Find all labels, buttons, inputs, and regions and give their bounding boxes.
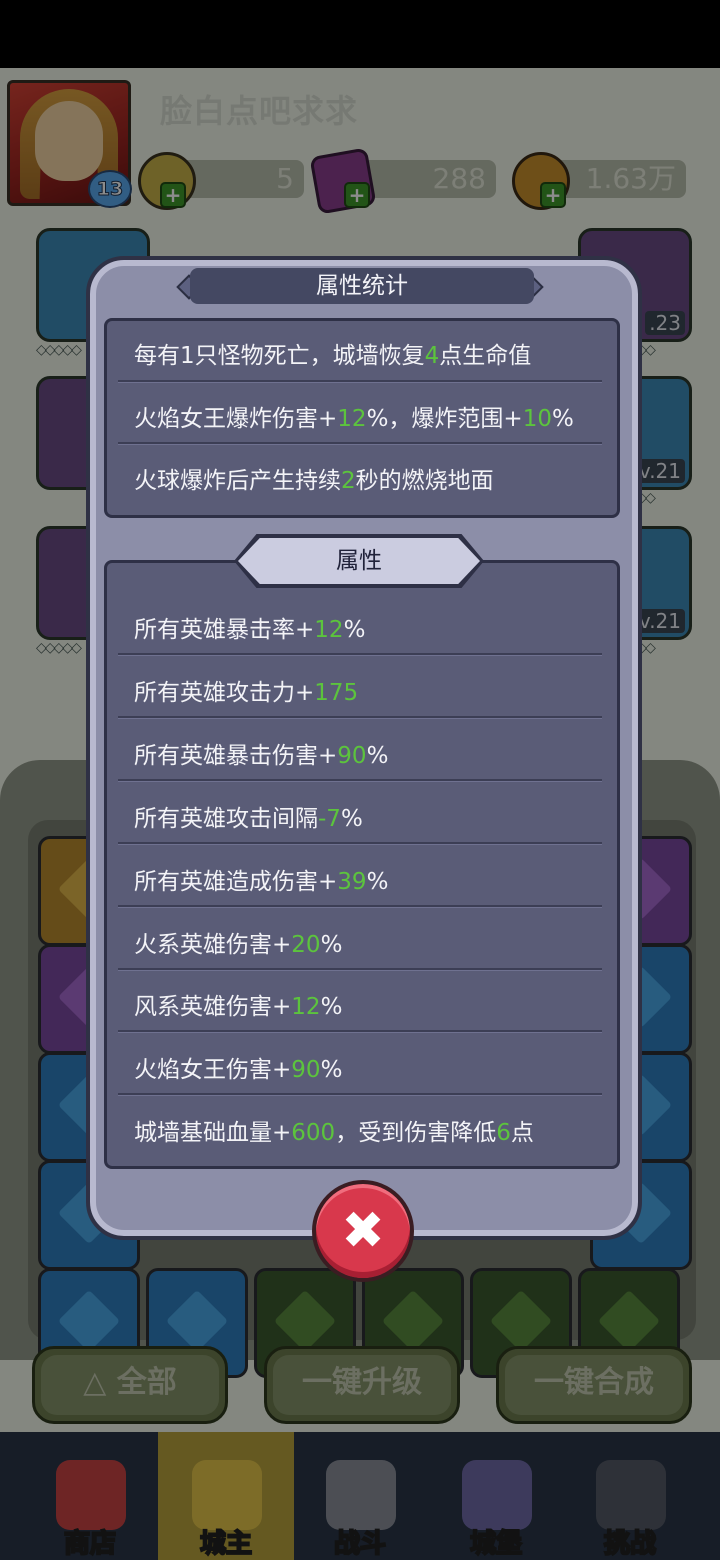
divider (118, 653, 602, 655)
row-text: 火焰女王爆炸伤害+ (134, 406, 338, 432)
close-button[interactable]: ✖ (312, 1180, 414, 1282)
divider (118, 1030, 602, 1032)
row-text: % (551, 406, 574, 432)
row-value: 12 (291, 994, 321, 1020)
row-value: 4 (424, 343, 440, 369)
attribute-row: 火系英雄伤害+20% (134, 925, 342, 959)
attribute-row: 城墙基础血量+600，受到伤害降低6点 (134, 1113, 534, 1147)
attribute-row: 火焰女王伤害+90% (134, 1050, 342, 1084)
divider (118, 968, 602, 970)
attribute-row: 所有英雄暴击率+12% (134, 610, 365, 644)
row-text: 所有英雄暴击率+ (134, 617, 315, 643)
row-text: % (320, 1057, 343, 1083)
row-text: % (366, 869, 389, 895)
row-text: 秒的燃烧地面 (355, 468, 494, 494)
row-text: 火球爆炸后产生持续 (134, 468, 341, 494)
row-text: 所有英雄造成伤害+ (134, 869, 338, 895)
row-value: 12 (314, 617, 344, 643)
row-value: 600 (291, 1120, 336, 1146)
row-text: 城墙基础血量+ (134, 1120, 292, 1146)
row-text: 火焰女王伤害+ (134, 1057, 292, 1083)
attribute-row: 所有英雄暴击伤害+90% (134, 736, 388, 770)
skill-effect-row: 火焰女王爆炸伤害+12%，爆炸范围+10% (134, 399, 574, 433)
attribute-row: 风系英雄伤害+12% (134, 987, 342, 1021)
row-text: % (340, 806, 363, 832)
attributes-heading: 属性 (238, 538, 480, 584)
row-text: 点 (510, 1120, 534, 1146)
row-text: ，受到伤害降低 (335, 1120, 497, 1146)
row-value: 39 (337, 869, 367, 895)
row-text: %，爆炸范围+ (366, 406, 523, 432)
dialog-title: 属性统计 (190, 268, 534, 304)
row-text: 风系英雄伤害+ (134, 994, 292, 1020)
row-text: 火系英雄伤害+ (134, 932, 292, 958)
row-text: % (366, 743, 389, 769)
status-bar (0, 0, 720, 68)
skill-effect-row: 火球爆炸后产生持续2秒的燃烧地面 (134, 461, 494, 495)
row-text: 每有1只怪物死亡，城墙恢复 (134, 343, 425, 369)
row-value: 10 (522, 406, 552, 432)
row-value: 90 (337, 743, 367, 769)
attribute-row: 所有英雄攻击力+175 (134, 673, 358, 707)
row-value: 90 (291, 1057, 321, 1083)
close-icon: ✖ (341, 1201, 385, 1261)
attribute-row: 所有英雄造成伤害+39% (134, 862, 388, 896)
row-text: % (343, 617, 366, 643)
row-text: 所有英雄攻击间隔 (134, 806, 318, 832)
divider (118, 779, 602, 781)
row-text: 所有英雄攻击力+ (134, 680, 315, 706)
row-value: -7 (318, 806, 341, 832)
divider (118, 905, 602, 907)
divider (118, 716, 602, 718)
divider (118, 380, 602, 382)
row-text: 所有英雄暴击伤害+ (134, 743, 338, 769)
divider (118, 1093, 602, 1095)
skill-effect-row: 每有1只怪物死亡，城墙恢复4点生命值 (134, 336, 531, 370)
row-value: 6 (496, 1120, 511, 1146)
divider (118, 442, 602, 444)
row-value: 175 (314, 680, 359, 706)
divider (118, 842, 602, 844)
row-text: % (320, 994, 343, 1020)
row-value: 2 (341, 468, 356, 494)
attribute-row: 所有英雄攻击间隔-7% (134, 799, 363, 833)
row-text: 点生命值 (439, 343, 532, 369)
row-value: 12 (337, 406, 367, 432)
row-text: % (320, 932, 343, 958)
row-value: 20 (291, 932, 321, 958)
